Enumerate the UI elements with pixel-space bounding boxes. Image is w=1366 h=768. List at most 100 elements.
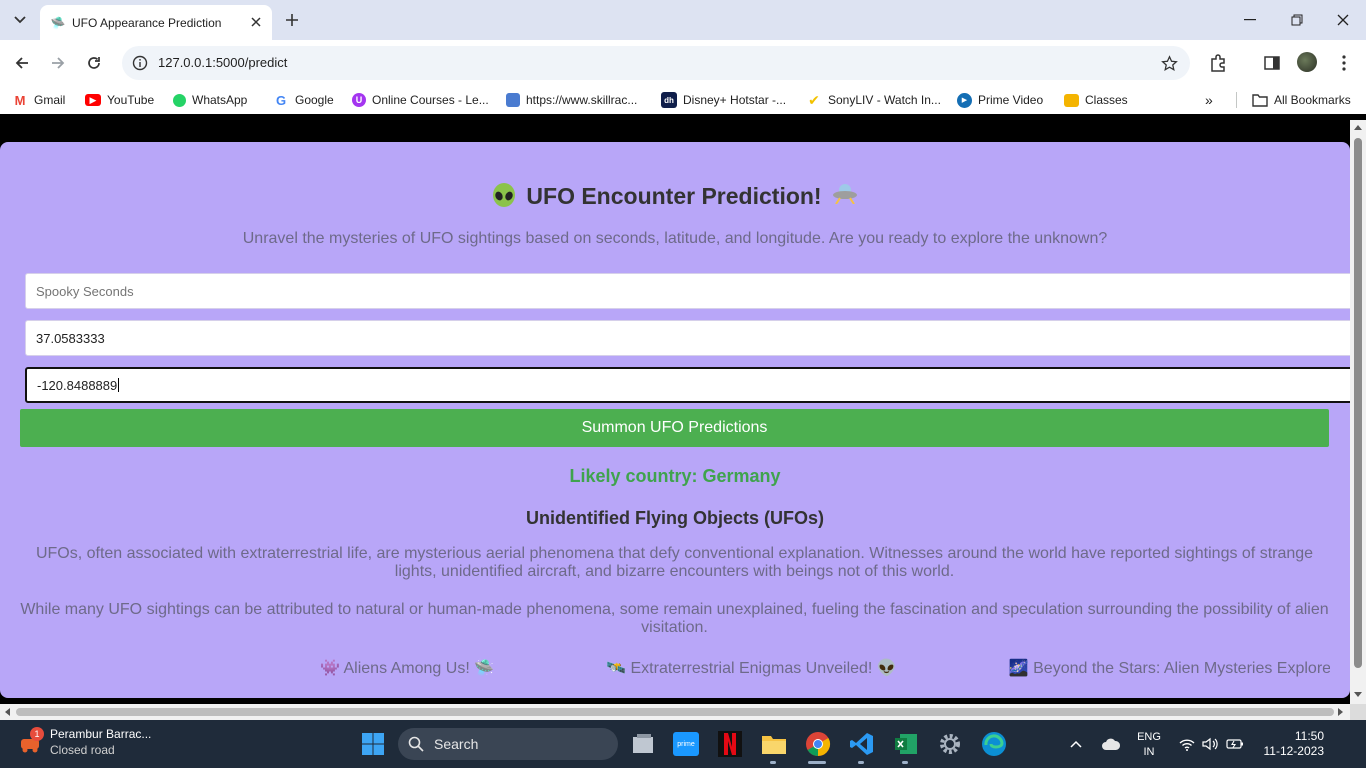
windows-taskbar: 1 Perambur Barrac... Closed road Search … <box>0 720 1366 768</box>
vscode-icon[interactable] <box>848 730 876 758</box>
search-icon <box>408 736 424 752</box>
longitude-value: -120.8488889 <box>37 377 118 393</box>
site-info-icon[interactable] <box>130 53 150 73</box>
task-view-icon[interactable] <box>629 730 657 758</box>
clock-time: 11:50 <box>1294 729 1324 743</box>
excel-open-indicator <box>902 761 908 764</box>
bookmark-skillrack[interactable]: https://www.skillrac... <box>506 92 637 108</box>
ufo-favicon-icon: 🛸 <box>50 16 66 30</box>
latitude-input[interactable]: 37.0583333 <box>25 320 1350 356</box>
page-title: UFO Encounter Prediction! <box>0 182 1350 210</box>
side-panel-icon[interactable] <box>1258 49 1286 77</box>
news-widget[interactable]: 1 Perambur Barrac... Closed road <box>18 726 151 758</box>
bookmark-classes[interactable]: Classes <box>1064 92 1128 108</box>
scrollbar-corner <box>1350 704 1366 720</box>
bookmark-gmail[interactable]: M Gmail <box>12 92 66 108</box>
menu-icon[interactable] <box>1330 49 1358 77</box>
url-text: 127.0.0.1:5000/predict <box>158 55 288 70</box>
extensions-icon[interactable] <box>1204 49 1232 77</box>
vertical-scrollbar[interactable] <box>1350 120 1366 704</box>
close-window-button[interactable] <box>1329 6 1357 34</box>
classroom-icon <box>1064 93 1079 107</box>
tab-search-icon[interactable] <box>6 6 34 34</box>
google-icon: G <box>275 92 287 108</box>
bookmarks-bar: M Gmail ▶ YouTube WhatsApp G Google U On… <box>0 86 1366 114</box>
folder-icon <box>1252 92 1268 108</box>
minimize-button[interactable] <box>1236 6 1264 34</box>
bookmark-whatsapp[interactable]: WhatsApp <box>173 92 247 108</box>
chrome-icon[interactable] <box>804 730 832 758</box>
bookmark-udemy[interactable]: U Online Courses - Le... <box>352 92 489 108</box>
windows-start-icon[interactable] <box>359 730 387 758</box>
chrome-active-indicator <box>808 761 826 764</box>
ufo-explanation-paragraph: While many UFO sightings can be attribut… <box>20 601 1329 636</box>
news-subtitle: Closed road <box>50 743 115 757</box>
onedrive-cloud-icon[interactable] <box>1098 730 1124 758</box>
prime-video-app-icon[interactable]: prime <box>672 730 700 758</box>
vertical-scroll-thumb[interactable] <box>1354 138 1362 668</box>
volume-icon[interactable] <box>1199 730 1221 758</box>
udemy-icon: U <box>352 93 366 107</box>
file-explorer-icon[interactable] <box>760 730 788 758</box>
sonyliv-icon: ✔ <box>808 91 820 108</box>
prediction-card: UFO Encounter Prediction! Unravel the my… <box>0 142 1350 698</box>
longitude-input[interactable]: -120.8488889 <box>25 367 1350 403</box>
all-bookmarks-folder[interactable]: All Bookmarks <box>1252 92 1351 108</box>
show-hidden-icons-chevron-icon[interactable] <box>1066 730 1086 758</box>
battery-icon[interactable] <box>1224 730 1246 758</box>
more-bookmarks-chevron-icon[interactable]: » <box>1205 92 1213 108</box>
ufo-icon <box>832 182 858 210</box>
bookmark-label: Disney+ Hotstar -... <box>683 93 787 107</box>
bookmark-google[interactable]: G Google <box>273 92 334 108</box>
edge-icon[interactable] <box>980 730 1008 758</box>
search-label: Search <box>434 736 479 752</box>
tab-title: UFO Appearance Prediction <box>72 15 222 30</box>
close-tab-icon[interactable] <box>248 14 264 30</box>
back-button[interactable] <box>8 49 36 77</box>
bookmark-prime-video[interactable]: ▶ Prime Video <box>957 92 1043 108</box>
netflix-icon[interactable] <box>716 730 744 758</box>
subtitle: Unravel the mysteries of UFO sightings b… <box>242 230 1108 247</box>
region-code: IN <box>1143 746 1155 758</box>
horizontal-scroll-thumb[interactable] <box>16 708 1334 716</box>
profile-avatar[interactable] <box>1297 52 1317 72</box>
bookmark-youtube[interactable]: ▶ YouTube <box>85 92 154 108</box>
bookmark-label: Prime Video <box>978 93 1044 107</box>
marquee-ticker: 👾 Aliens Among Us! 🛸 🛰️ Extraterrestrial … <box>320 658 1330 680</box>
bookmark-label: Google <box>295 93 334 107</box>
language-indicator[interactable]: ENG IN <box>1134 730 1164 760</box>
system-clock[interactable]: 11:50 11-12-2023 <box>1260 729 1325 759</box>
bookmark-label: Classes <box>1085 93 1128 107</box>
bookmark-label: YouTube <box>107 93 155 107</box>
text-caret <box>118 378 120 392</box>
address-bar[interactable]: 127.0.0.1:5000/predict <box>122 46 1190 80</box>
prediction-result: Likely country: Germany <box>569 466 781 486</box>
ticker-item: 🛰️ Extraterrestrial Enigmas Unveiled! 👽 <box>606 660 897 677</box>
wifi-icon[interactable] <box>1176 730 1198 758</box>
bookmark-label: WhatsApp <box>192 93 248 107</box>
settings-gear-icon[interactable] <box>936 730 964 758</box>
hotstar-icon: dh <box>661 92 677 108</box>
forward-button[interactable] <box>44 49 72 77</box>
seconds-placeholder: Spooky Seconds <box>36 283 134 299</box>
bookmark-sonyliv[interactable]: ✔ SonyLIV - Watch In... <box>806 92 941 108</box>
page-viewport: UFO Encounter Prediction! Unravel the my… <box>0 120 1350 704</box>
restore-button[interactable] <box>1283 6 1311 34</box>
bookmark-star-icon[interactable] <box>1160 54 1178 72</box>
clock-date: 11-12-2023 <box>1263 744 1325 758</box>
skillrack-icon <box>506 93 520 107</box>
whatsapp-icon <box>173 93 186 107</box>
latitude-value: 37.0583333 <box>36 330 105 346</box>
section-title: Unidentified Flying Objects (UFOs) <box>525 508 824 528</box>
bookmarks-divider <box>1236 92 1237 108</box>
reload-button[interactable] <box>80 49 108 77</box>
summon-predictions-button[interactable]: Summon UFO Predictions <box>20 409 1329 447</box>
taskbar-search[interactable]: Search <box>398 728 618 760</box>
tab-active[interactable]: 🛸 UFO Appearance Prediction <box>40 5 272 40</box>
horizontal-scrollbar[interactable] <box>0 704 1350 720</box>
seconds-input[interactable]: Spooky Seconds <box>25 273 1350 309</box>
new-tab-button[interactable] <box>278 6 306 34</box>
traffic-alert-icon: 1 <box>18 727 44 755</box>
bookmark-hotstar[interactable]: dh Disney+ Hotstar -... <box>661 92 786 108</box>
excel-icon[interactable] <box>892 730 920 758</box>
